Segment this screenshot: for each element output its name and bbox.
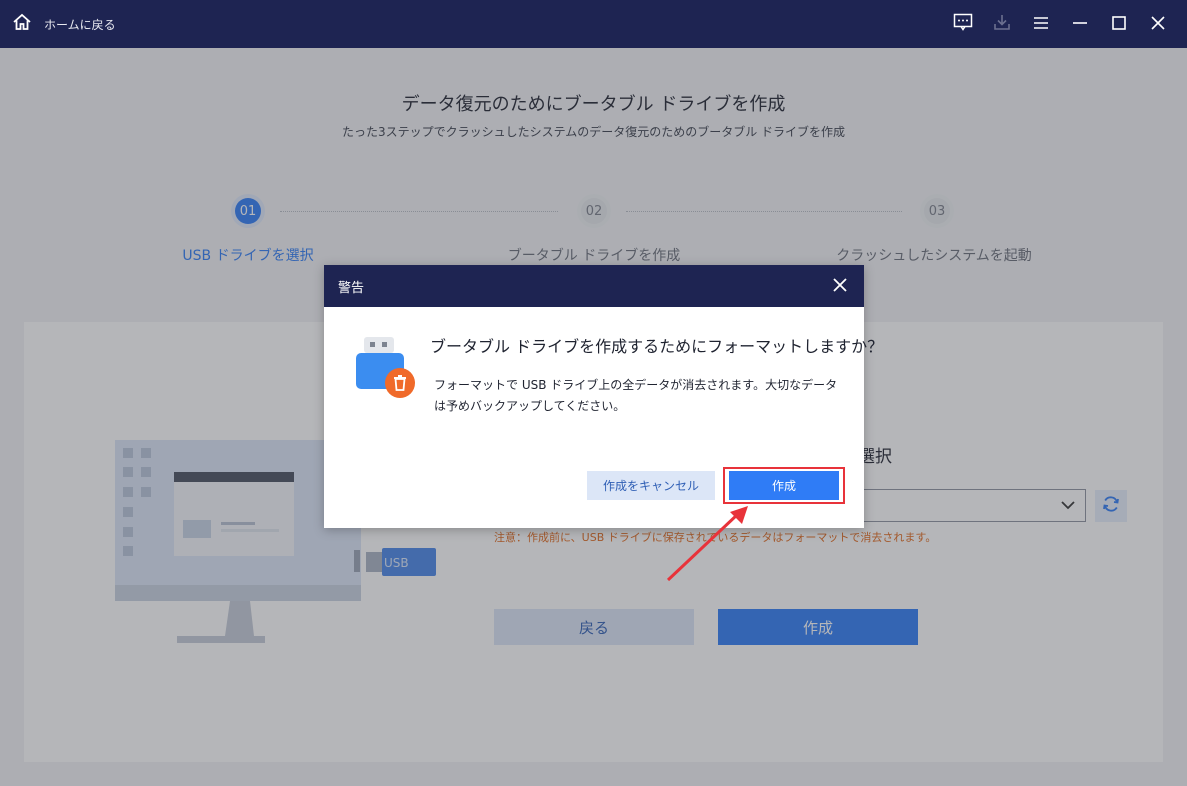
feedback-icon bbox=[953, 13, 973, 35]
minimize-icon bbox=[1072, 15, 1088, 34]
close-icon bbox=[1150, 15, 1165, 34]
dialog-question: ブータブル ドライブを作成するためにフォーマットしますか？ bbox=[430, 337, 884, 356]
dialog-create-button[interactable]: 作成 bbox=[729, 471, 839, 500]
usb-delete-icon bbox=[354, 335, 418, 403]
home-label: ホームに戻る bbox=[44, 17, 116, 32]
download-button[interactable] bbox=[982, 0, 1021, 48]
feedback-button[interactable] bbox=[943, 0, 982, 48]
minimize-button[interactable] bbox=[1060, 0, 1099, 48]
dialog-close-icon[interactable] bbox=[832, 277, 848, 297]
menu-icon bbox=[1033, 15, 1049, 34]
title-bar: ホームに戻る bbox=[0, 0, 1187, 48]
download-icon bbox=[993, 13, 1011, 35]
maximize-button[interactable] bbox=[1099, 0, 1138, 48]
dialog-title: 警告 bbox=[338, 280, 365, 296]
dialog-message: フォーマットで USB ドライブ上の全データが消去されます。大切なデータは予めバ… bbox=[434, 378, 838, 413]
cancel-create-button[interactable]: 作成をキャンセル bbox=[587, 471, 715, 500]
warning-dialog: 警告 ブータブル ドライブを作成するためにフォーマットしますか？ フォーマットで… bbox=[324, 265, 883, 528]
dialog-header: 警告 bbox=[324, 265, 864, 307]
home-icon bbox=[12, 12, 32, 36]
menu-button[interactable] bbox=[1021, 0, 1060, 48]
maximize-icon bbox=[1111, 15, 1126, 34]
close-window-button[interactable] bbox=[1138, 0, 1177, 48]
home-button[interactable]: ホームに戻る bbox=[12, 12, 116, 36]
